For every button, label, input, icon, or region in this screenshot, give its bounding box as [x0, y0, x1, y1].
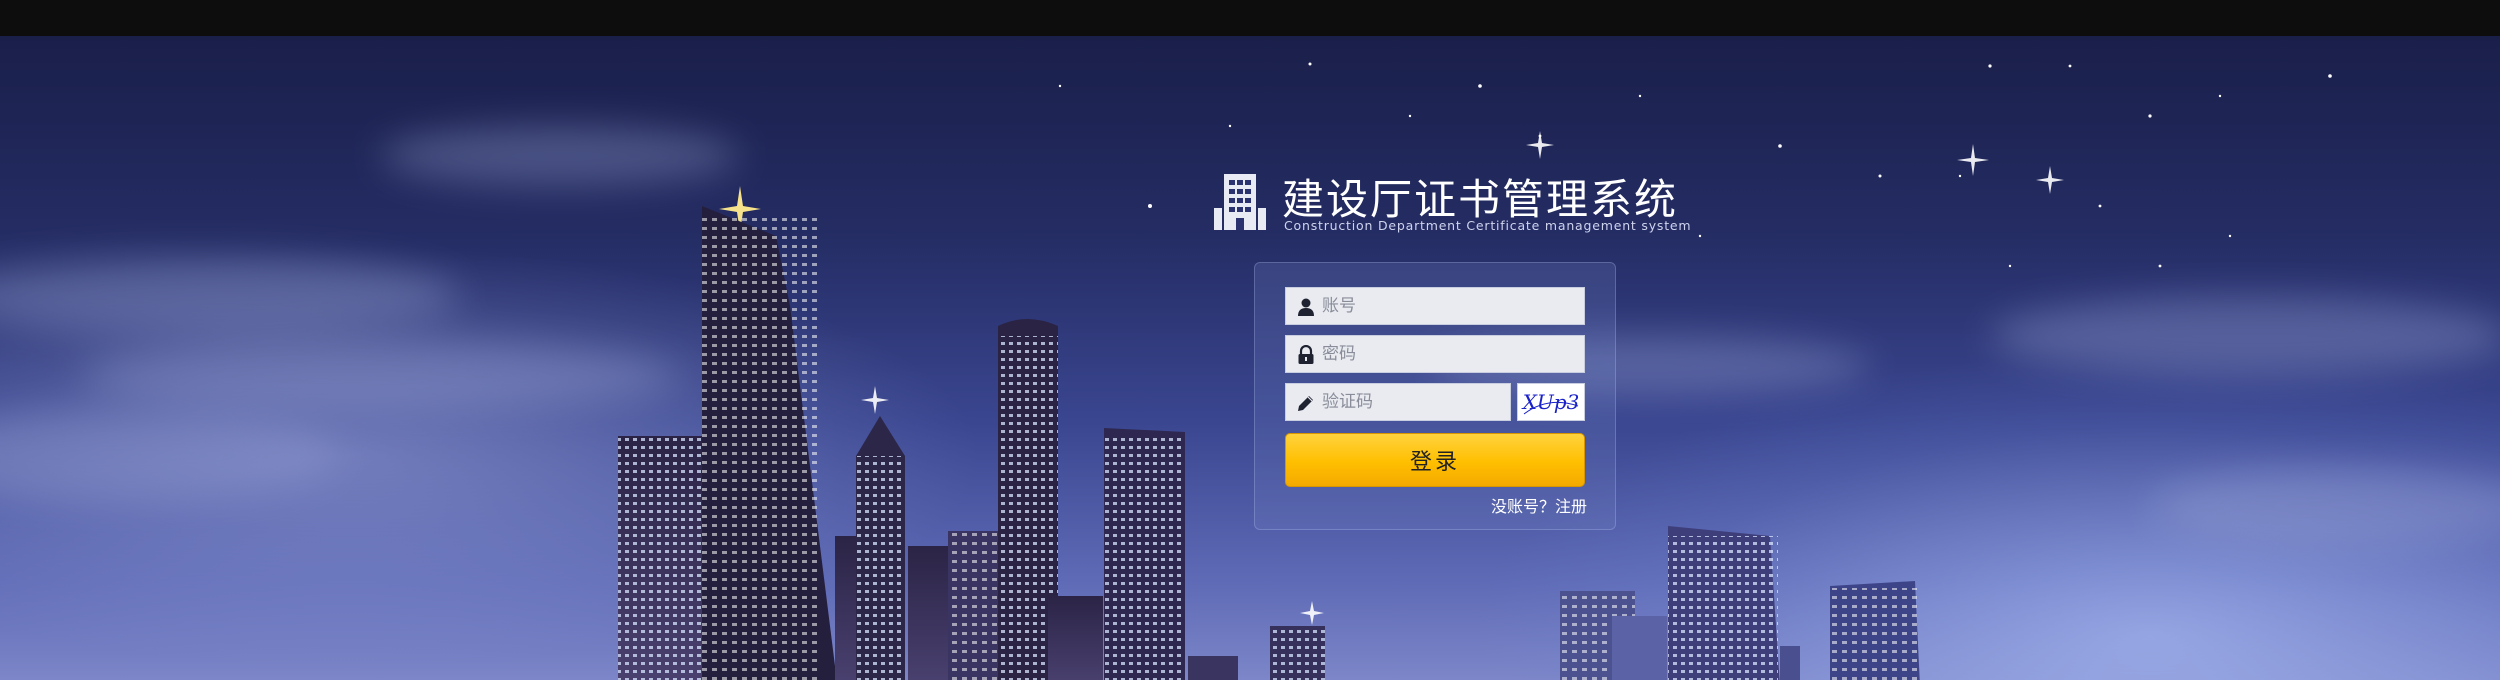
top-bar	[0, 0, 2500, 36]
username-input[interactable]	[1322, 288, 1572, 324]
register-link[interactable]: 没账号？注册	[1491, 493, 1587, 517]
night-city-background	[0, 36, 2500, 680]
login-form: XUp3 登录 没账号？注册	[1254, 262, 1616, 530]
password-field[interactable]	[1285, 335, 1585, 373]
city-skyline	[618, 206, 1920, 680]
page-subtitle: Construction Department Certificate mana…	[1284, 218, 1692, 233]
login-button[interactable]: 登录	[1285, 433, 1585, 487]
password-input[interactable]	[1322, 336, 1572, 372]
username-field[interactable]	[1285, 287, 1585, 325]
captcha-graphic: XUp3	[1521, 390, 1580, 415]
lock-icon	[1298, 345, 1314, 364]
user-icon	[1298, 298, 1314, 316]
captcha-image[interactable]: XUp3	[1517, 383, 1585, 421]
pencil-icon	[1298, 396, 1313, 411]
captcha-field[interactable]	[1285, 383, 1511, 421]
building-icon	[1214, 174, 1266, 230]
captcha-text: XUp3	[1521, 390, 1580, 414]
captcha-input[interactable]	[1322, 384, 1502, 420]
